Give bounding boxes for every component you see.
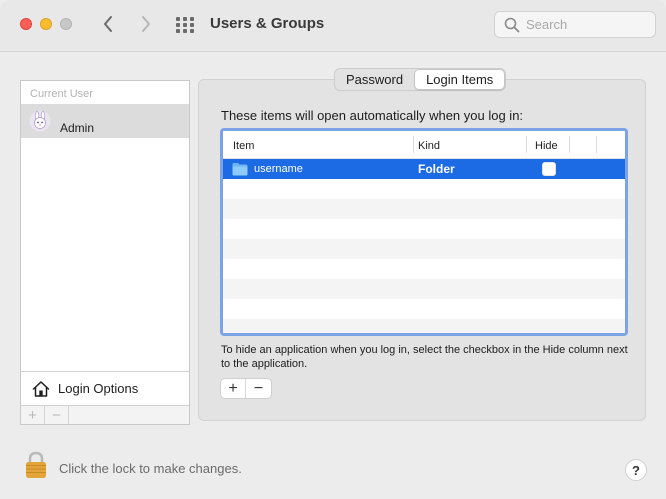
search-field[interactable] bbox=[494, 11, 656, 38]
window-title: Users & Groups bbox=[210, 15, 325, 32]
empty-row bbox=[223, 219, 625, 239]
house-icon bbox=[32, 380, 50, 398]
table-body: username Folder bbox=[223, 159, 625, 333]
row-item-name: username bbox=[254, 163, 303, 175]
back-button[interactable] bbox=[96, 12, 120, 36]
search-input[interactable] bbox=[526, 17, 651, 32]
chevron-right-icon bbox=[142, 16, 150, 32]
rabbit-avatar-icon bbox=[29, 110, 51, 132]
empty-row bbox=[223, 199, 625, 219]
table-row[interactable]: username Folder bbox=[223, 159, 625, 179]
login-options-row[interactable]: Login Options bbox=[21, 371, 189, 405]
empty-row bbox=[223, 259, 625, 279]
user-list: Current User Admin Login Options + − bbox=[20, 80, 190, 425]
user-list-footer: + − bbox=[21, 405, 189, 424]
help-button[interactable]: ? bbox=[625, 459, 647, 481]
empty-row bbox=[223, 179, 625, 199]
remove-user-button[interactable]: − bbox=[45, 406, 69, 424]
chevron-left-icon bbox=[104, 16, 112, 32]
hide-checkbox[interactable] bbox=[542, 162, 556, 176]
row-item-kind: Folder bbox=[418, 162, 455, 176]
user-row-admin[interactable]: Admin bbox=[21, 104, 189, 138]
tab-password[interactable]: Password bbox=[335, 69, 414, 90]
login-items-table[interactable]: Item Kind Hide username Folder bbox=[220, 128, 628, 336]
column-divider bbox=[569, 136, 570, 153]
login-items-intro: These items will open automatically when… bbox=[221, 108, 524, 123]
zoom-window-button[interactable] bbox=[60, 18, 72, 30]
column-divider bbox=[413, 136, 414, 153]
tab-bar: Password Login Items bbox=[334, 68, 507, 91]
empty-row bbox=[223, 279, 625, 299]
add-user-button[interactable]: + bbox=[21, 406, 45, 424]
column-divider bbox=[526, 136, 527, 153]
hide-help-text: To hide an application when you log in, … bbox=[221, 344, 628, 370]
tab-login-items[interactable]: Login Items bbox=[414, 69, 506, 90]
lock-message: Click the lock to make changes. bbox=[59, 461, 242, 476]
empty-row bbox=[223, 319, 625, 333]
column-header-item[interactable]: Item bbox=[233, 140, 254, 152]
current-user-label: Current User bbox=[30, 88, 93, 100]
show-all-button[interactable] bbox=[175, 15, 195, 35]
empty-row bbox=[223, 239, 625, 259]
table-header: Item Kind Hide bbox=[223, 131, 625, 159]
add-login-item-button[interactable]: + bbox=[221, 379, 246, 398]
grid-icon bbox=[176, 17, 194, 33]
search-icon bbox=[504, 17, 520, 33]
folder-icon bbox=[232, 162, 248, 176]
add-remove-control: + − bbox=[220, 378, 272, 399]
login-options-label: Login Options bbox=[58, 381, 139, 396]
user-name: Admin bbox=[60, 121, 95, 135]
empty-row bbox=[223, 299, 625, 319]
forward-button[interactable] bbox=[134, 12, 158, 36]
close-window-button[interactable] bbox=[20, 18, 32, 30]
lock-icon[interactable] bbox=[24, 451, 48, 479]
column-header-hide[interactable]: Hide bbox=[535, 140, 558, 152]
column-header-kind[interactable]: Kind bbox=[418, 140, 440, 152]
remove-login-item-button[interactable]: − bbox=[246, 379, 271, 398]
titlebar: Users & Groups bbox=[0, 0, 666, 52]
minimize-window-button[interactable] bbox=[40, 18, 52, 30]
column-divider bbox=[596, 136, 597, 153]
users-groups-window: Users & Groups Current User bbox=[0, 0, 666, 499]
